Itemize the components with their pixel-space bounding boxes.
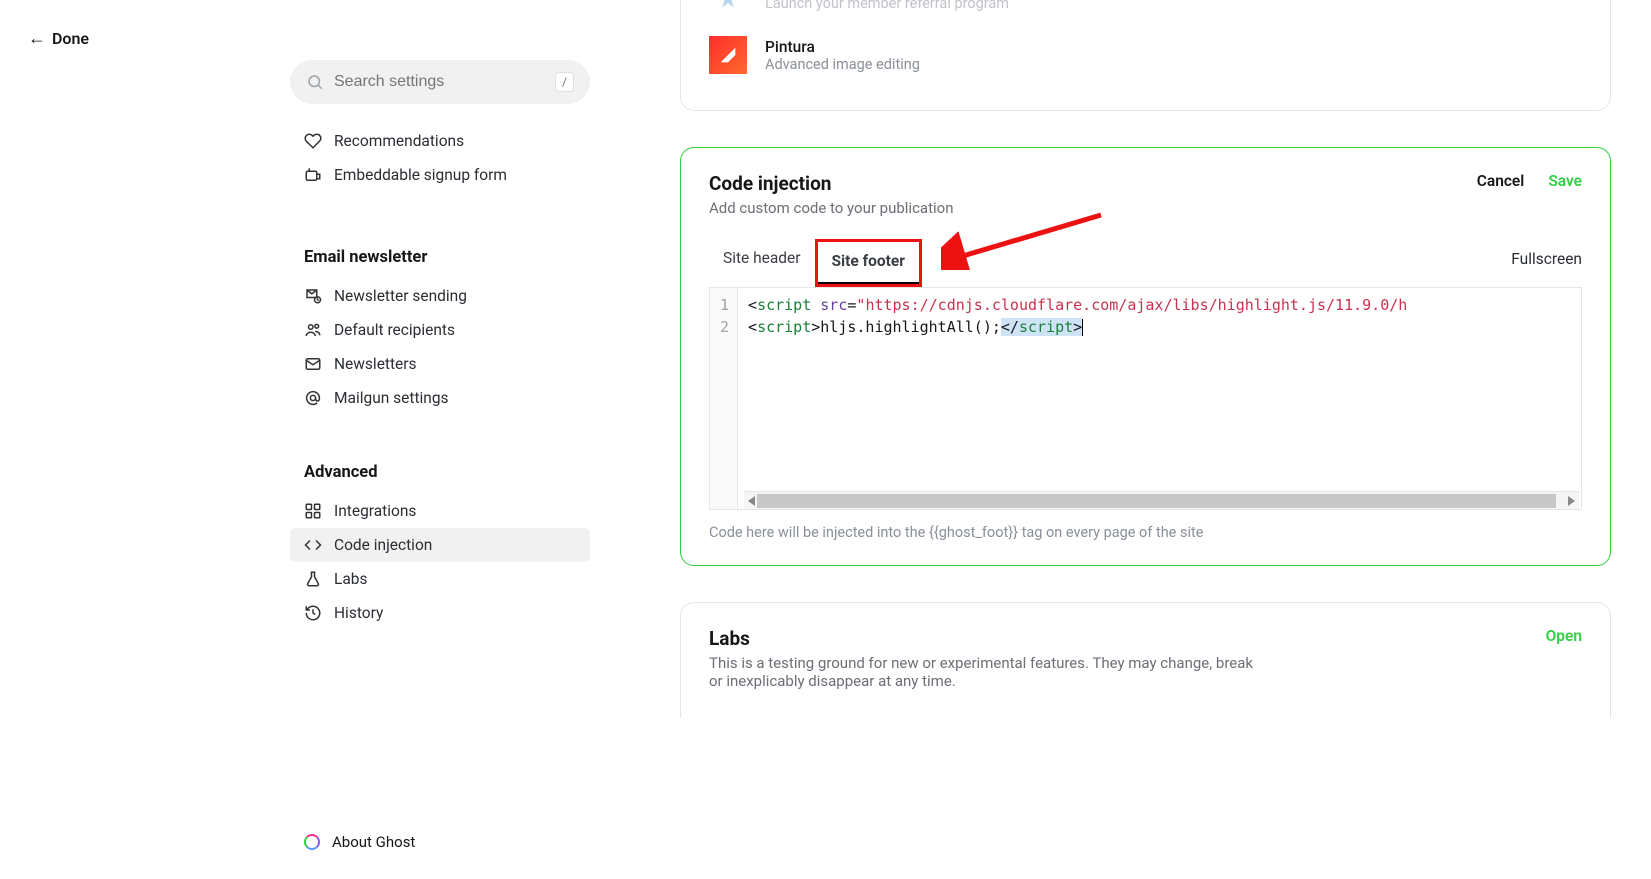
- scroll-right-icon[interactable]: [1568, 496, 1575, 506]
- annotation-highlight-box: Site footer: [815, 239, 922, 287]
- integrations-card: Launch your member referral program Pint…: [680, 0, 1611, 111]
- labs-card: Labs This is a testing ground for new or…: [680, 602, 1611, 718]
- code-line-2: <script>hljs.highlightAll();</script>: [748, 316, 1571, 338]
- sidebar-item-mailgun[interactable]: Mailgun settings: [290, 381, 590, 415]
- code-injection-card: Code injection Add custom code to your p…: [680, 147, 1611, 566]
- editor-gutter: 12: [710, 288, 738, 509]
- sidebar-section-email: Email newsletter: [290, 248, 590, 267]
- code-injection-tabs: Site header Site footer Fullscreen: [709, 239, 1582, 288]
- sidebar: / Recommendations Embeddable signup form…: [290, 0, 590, 879]
- sidebar-item-label: Labs: [334, 570, 367, 588]
- integration-title: Pintura: [765, 38, 920, 56]
- about-ghost[interactable]: About Ghost: [290, 825, 590, 859]
- done-label: Done: [52, 29, 89, 48]
- sidebar-item-label: Code injection: [334, 536, 432, 554]
- sidebar-item-labs[interactable]: Labs: [290, 562, 590, 596]
- scroll-left-icon[interactable]: [748, 496, 755, 506]
- pintura-icon: [709, 36, 747, 74]
- sidebar-item-newsletters[interactable]: Newsletters: [290, 347, 590, 381]
- integration-sub: Advanced image editing: [765, 56, 920, 73]
- form-icon: [304, 166, 322, 184]
- card-title: Labs: [709, 627, 1269, 650]
- sidebar-item-label: Recommendations: [334, 132, 464, 150]
- heart-icon: [304, 132, 322, 150]
- editor-cursor: [1082, 319, 1083, 336]
- integration-row-referral[interactable]: Launch your member referral program: [709, 0, 1582, 34]
- editor-content[interactable]: <script src="https://cdnjs.cloudflare.co…: [738, 288, 1581, 509]
- sidebar-item-label: History: [334, 604, 383, 622]
- at-icon: [304, 389, 322, 407]
- sidebar-item-label: Mailgun settings: [334, 389, 449, 407]
- send-icon: [304, 287, 322, 305]
- sidebar-item-recommendations[interactable]: Recommendations: [290, 124, 590, 158]
- tab-site-footer[interactable]: Site footer: [818, 242, 919, 284]
- code-icon: [304, 536, 322, 554]
- search-input[interactable]: [334, 73, 545, 91]
- sidebar-item-label: Newsletter sending: [334, 287, 467, 305]
- sidebar-item-newsletter-sending[interactable]: Newsletter sending: [290, 279, 590, 313]
- sidebar-item-history[interactable]: History: [290, 596, 590, 630]
- referral-icon: [709, 0, 747, 22]
- sidebar-item-label: Embeddable signup form: [334, 166, 507, 184]
- integration-sub: Launch your member referral program: [765, 0, 1009, 12]
- search-settings[interactable]: /: [290, 60, 590, 104]
- sidebar-item-label: Default recipients: [334, 321, 455, 339]
- sidebar-item-label: Newsletters: [334, 355, 417, 373]
- about-label: About Ghost: [332, 833, 415, 851]
- sidebar-item-integrations[interactable]: Integrations: [290, 494, 590, 528]
- arrow-left-icon: ←: [28, 28, 46, 49]
- code-line-1: <script src="https://cdnjs.cloudflare.co…: [748, 294, 1571, 316]
- sidebar-item-code-injection[interactable]: Code injection: [290, 528, 590, 562]
- integration-row-pintura[interactable]: Pintura Advanced image editing: [709, 34, 1582, 86]
- main-content: Launch your member referral program Pint…: [590, 0, 1651, 879]
- editor-horizontal-scrollbar[interactable]: [744, 491, 1579, 509]
- editor-hint: Code here will be injected into the {{gh…: [709, 524, 1582, 541]
- card-subtitle: Add custom code to your publication: [709, 199, 953, 217]
- done-button[interactable]: ← Done: [28, 28, 89, 49]
- flask-icon: [304, 570, 322, 588]
- ghost-ring-icon: [304, 834, 320, 850]
- code-editor[interactable]: 12 <script src="https://cdnjs.cloudflare…: [709, 288, 1582, 510]
- history-icon: [304, 604, 322, 622]
- sidebar-section-advanced: Advanced: [290, 463, 590, 482]
- save-button[interactable]: Save: [1548, 172, 1582, 190]
- mail-icon: [304, 355, 322, 373]
- scroll-track[interactable]: [757, 494, 1556, 508]
- card-title: Code injection: [709, 172, 953, 195]
- sidebar-item-embeddable-signup[interactable]: Embeddable signup form: [290, 158, 590, 192]
- search-shortcut: /: [555, 72, 574, 92]
- card-subtitle: This is a testing ground for new or expe…: [709, 654, 1269, 690]
- sidebar-item-label: Integrations: [334, 502, 416, 520]
- tab-site-header[interactable]: Site header: [709, 239, 815, 287]
- search-icon: [306, 73, 324, 91]
- fullscreen-button[interactable]: Fullscreen: [1511, 250, 1582, 276]
- open-button[interactable]: Open: [1546, 627, 1582, 645]
- users-icon: [304, 321, 322, 339]
- cancel-button[interactable]: Cancel: [1477, 172, 1525, 190]
- blocks-icon: [304, 502, 322, 520]
- sidebar-item-default-recipients[interactable]: Default recipients: [290, 313, 590, 347]
